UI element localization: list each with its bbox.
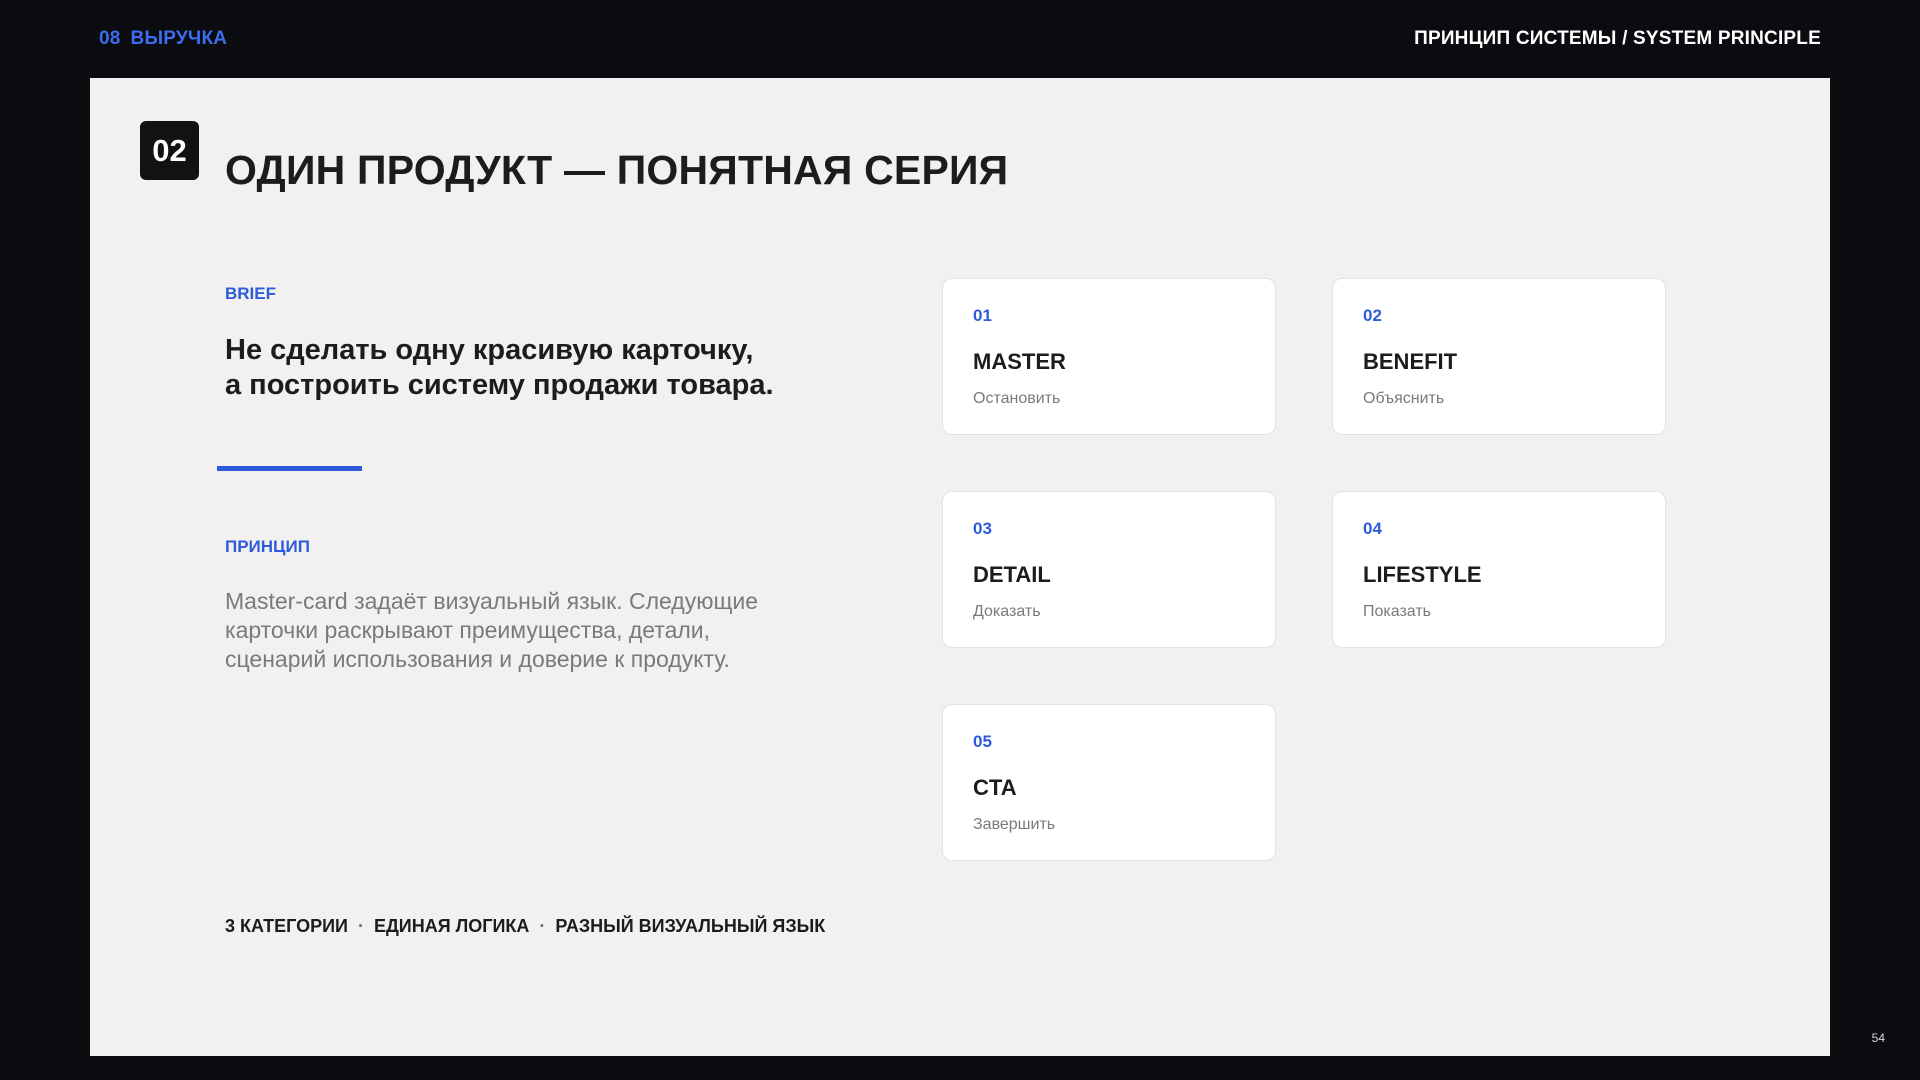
brief-line-1: Не сделать одну красивую карточку, — [225, 334, 754, 366]
tag-separator: · — [539, 916, 546, 936]
card-title: BENEFIT — [1363, 349, 1458, 374]
brief-text: Не сделать одну красивую карточку, а пос… — [225, 333, 845, 403]
card-subtitle: Завершить — [973, 816, 1056, 833]
card-lifestyle[interactable]: 04 LIFESTYLE Показать — [1332, 491, 1666, 648]
section-badge: 02 — [140, 121, 199, 180]
card-subtitle: Остановить — [973, 390, 1061, 407]
card-cta[interactable]: 05 CTA Завершить — [942, 704, 1276, 861]
section-number: 08 — [99, 28, 121, 49]
principle-text: Master-card задаёт визуальный язык. След… — [225, 587, 825, 674]
section-indicator: 08 ВЫРУЧКА — [99, 28, 227, 50]
page-title: ОДИН ПРОДУКТ — ПОНЯТНАЯ СЕРИЯ — [225, 147, 1009, 193]
card-number: 02 — [1363, 306, 1382, 325]
principle-line-3: сценарий использования и доверие к проду… — [225, 646, 730, 672]
slide-header-title: ПРИНЦИП СИСТЕМЫ / SYSTEM PRINCIPLE — [1414, 28, 1821, 49]
card-benefit[interactable]: 02 BENEFIT Объяснить — [1332, 278, 1666, 435]
page-number: 54 — [1871, 1031, 1885, 1045]
card-title: LIFESTYLE — [1363, 562, 1482, 587]
accent-divider — [217, 466, 362, 471]
tag-separator: · — [357, 916, 364, 936]
card-title: DETAIL — [973, 562, 1051, 587]
footer-tag: РАЗНЫЙ ВИЗУАЛЬНЫЙ ЯЗЫК — [555, 916, 826, 936]
card-subtitle: Показать — [1363, 603, 1432, 620]
card-number: 04 — [1363, 519, 1382, 538]
principle-label: ПРИНЦИП — [225, 537, 310, 556]
principle-line-2: карточки раскрывают преимущества, детали… — [225, 617, 711, 643]
card-title: MASTER — [973, 349, 1066, 374]
card-subtitle: Доказать — [973, 603, 1041, 620]
card-title: CTA — [973, 775, 1017, 800]
section-title: ВЫРУЧКА — [130, 28, 228, 49]
card-number: 05 — [973, 732, 992, 751]
footer-tag: 3 КАТЕГОРИИ — [225, 916, 348, 936]
brief-line-2: а построить систему продажи товара. — [225, 369, 774, 401]
footer-tags: 3 КАТЕГОРИИ · ЕДИНАЯ ЛОГИКА · РАЗНЫЙ ВИЗУАЛЬ… — [225, 916, 825, 937]
card-detail[interactable]: 03 DETAIL Доказать — [942, 491, 1276, 648]
card-number: 03 — [973, 519, 992, 538]
footer-tag: ЕДИНАЯ ЛОГИКА — [373, 916, 530, 936]
principle-line-1: Master-card задаёт визуальный язык. След… — [225, 588, 759, 614]
slide-canvas: 02 ОДИН ПРОДУКТ — ПОНЯТНАЯ СЕРИЯ BRIEF Н… — [90, 78, 1830, 1056]
card-number: 01 — [973, 306, 992, 325]
brief-label: BRIEF — [225, 284, 276, 303]
card-subtitle: Объяснить — [1363, 390, 1445, 407]
card-master[interactable]: 01 MASTER Остановить — [942, 278, 1276, 435]
